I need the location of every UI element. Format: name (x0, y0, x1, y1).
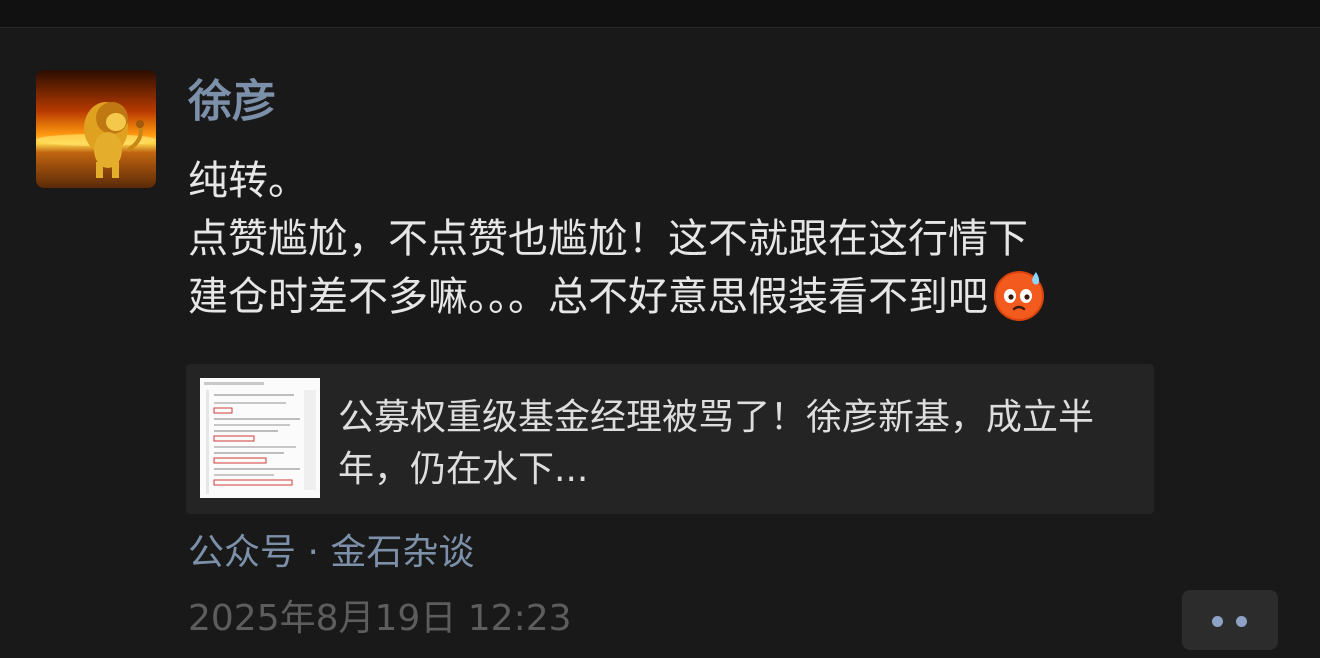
lion-avatar-image (36, 70, 156, 188)
more-dots-icon (1236, 616, 1247, 627)
more-actions-button[interactable] (1182, 590, 1278, 650)
top-bar (0, 0, 1320, 28)
shared-article-card[interactable]: 公募权重级基金经理被骂了！徐彦新基，成立半年，仍在水下... (186, 364, 1154, 514)
article-thumbnail (200, 378, 320, 498)
post-content: 纯转。 点赞尴尬，不点赞也尴尬！这不就跟在这行情下 建仓时差不多嘛。。。总不好意… (188, 152, 1288, 338)
content-line: 点赞尴尬，不点赞也尴尬！这不就跟在这行情下 (188, 216, 1028, 262)
more-dots-icon (1212, 616, 1223, 627)
awkward-sweat-emoji-icon (992, 268, 1046, 338)
content-line: 建仓时差不多嘛。。。总不好意思假装看不到吧 (188, 268, 1288, 338)
post-timestamp: 2025年8月19日 12:23 (188, 598, 572, 639)
author-name[interactable]: 徐彦 (188, 72, 276, 132)
avatar[interactable] (36, 70, 156, 188)
moment-post: 徐彦 纯转。 点赞尴尬，不点赞也尴尬！这不就跟在这行情下 建仓时差不多嘛。。。总… (0, 28, 1320, 658)
content-line: 纯转。 (188, 158, 308, 204)
content-line-text: 建仓时差不多嘛。。。总不好意思假装看不到吧 (188, 274, 988, 320)
source-link[interactable]: 公众号 · 金石杂谈 (188, 528, 474, 578)
shared-article-title[interactable]: 公募权重级基金经理被骂了！徐彦新基，成立半年，仍在水下... (338, 392, 1118, 496)
